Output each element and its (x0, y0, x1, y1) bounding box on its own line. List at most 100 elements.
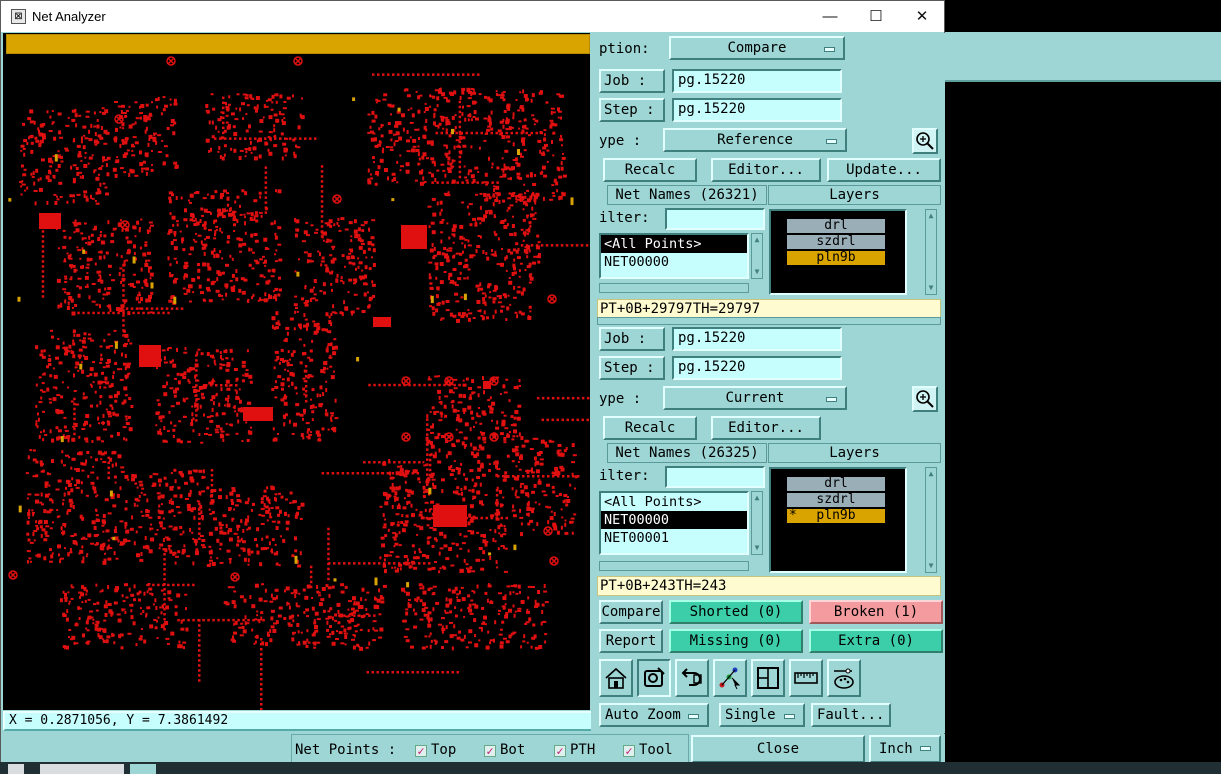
pcb-board-view[interactable] (3, 55, 590, 710)
close-window-button[interactable]: ✕ (899, 1, 945, 32)
cur-net-hscrollbar[interactable] (599, 561, 749, 571)
cur-net-scrollbar[interactable]: ▲ ▼ (751, 491, 763, 555)
measure-tool-button[interactable] (789, 659, 823, 697)
layer-item[interactable]: drl (787, 219, 885, 233)
list-item[interactable]: <All Points> (601, 235, 747, 253)
cur-job-label[interactable]: Job : (599, 327, 665, 351)
layer-item-active[interactable]: pln9b (787, 251, 885, 265)
broken-status-button[interactable]: Broken (1) (809, 600, 943, 624)
net-select-tool-button[interactable] (637, 659, 671, 697)
report-button[interactable]: Report (599, 629, 663, 653)
list-item[interactable]: NET00001 (601, 529, 747, 547)
check-icon: ✓ (623, 745, 635, 757)
bot-checkbox[interactable]: ✓ Bot (484, 742, 525, 758)
taskbar-app-button[interactable] (8, 764, 24, 774)
ref-step-label[interactable]: Step : (599, 98, 665, 122)
scroll-up-icon[interactable]: ▲ (753, 493, 761, 503)
zoom-icon[interactable] (912, 128, 938, 154)
background-area (945, 84, 1221, 774)
ref-layer-list[interactable]: drl szdrl pln9b (769, 209, 907, 295)
units-dropdown[interactable]: Inch (869, 735, 941, 763)
missing-status-button[interactable]: Missing (0) (669, 629, 803, 653)
ref-editor-button[interactable]: Editor... (711, 158, 821, 182)
ref-net-hscrollbar[interactable] (599, 283, 749, 293)
ref-info-scrollbar[interactable] (597, 317, 941, 325)
ref-job-label[interactable]: Job : (599, 69, 665, 93)
ref-layer-scrollbar[interactable]: ▲ ▼ (925, 209, 937, 295)
ref-net-scrollbar[interactable]: ▲ ▼ (751, 233, 763, 279)
scroll-down-icon[interactable]: ▼ (927, 561, 935, 571)
taskbar-app-button[interactable] (40, 764, 124, 774)
scroll-up-icon[interactable]: ▲ (927, 469, 935, 479)
cur-step-field[interactable]: pg.15220 (672, 356, 842, 380)
pth-checkbox[interactable]: ✓ PTH (554, 742, 595, 758)
cur-type-dropdown[interactable]: Current (663, 386, 847, 410)
compare-button[interactable]: Compare (599, 600, 663, 624)
layer-item[interactable]: szdrl (787, 493, 885, 507)
list-item[interactable]: NET00000 (601, 253, 747, 271)
tool-checkbox[interactable]: ✓ Tool (623, 742, 673, 758)
scroll-up-icon[interactable]: ▲ (753, 235, 761, 245)
fault-button[interactable]: Fault... (811, 703, 891, 727)
home-icon (605, 667, 627, 689)
zoom-icon[interactable] (912, 386, 938, 412)
maximize-button[interactable]: ☐ (853, 1, 899, 32)
cur-net-list[interactable]: <All Points> NET00000 NET00001 (599, 491, 749, 555)
settings-tool-button[interactable] (827, 659, 861, 697)
graphics-canvas[interactable] (3, 33, 590, 710)
close-button[interactable]: Close (691, 735, 865, 763)
window-tool-button[interactable] (751, 659, 785, 697)
ref-job-field[interactable]: pg.15220 (672, 69, 842, 93)
layer-item[interactable]: szdrl (787, 235, 885, 249)
cur-filter-input[interactable] (665, 466, 765, 488)
cur-job-field[interactable]: pg.15220 (672, 327, 842, 351)
cur-net-names-header[interactable]: Net Names (26325) (607, 443, 767, 463)
cur-editor-button[interactable]: Editor... (711, 416, 821, 440)
minimize-button[interactable]: — (807, 1, 853, 32)
single-dropdown[interactable]: Single (719, 703, 805, 727)
scroll-down-icon[interactable]: ▼ (753, 543, 761, 553)
cur-step-label[interactable]: Step : (599, 356, 665, 380)
coordinate-readout: X = 0.2871056, Y = 7.3861492 (3, 711, 601, 731)
layer-item[interactable]: drl (787, 477, 885, 491)
scroll-up-icon[interactable]: ▲ (927, 211, 935, 221)
layer-item-active[interactable]: pln9b (787, 509, 885, 523)
ref-update-button[interactable]: Update... (827, 158, 941, 182)
cur-layer-scrollbar[interactable]: ▲ ▼ (925, 467, 937, 573)
net-points-bar: Net Points : ✓ Top ✓ Bot ✓ PTH ✓ Tool (291, 734, 689, 764)
auto-zoom-dropdown[interactable]: Auto Zoom (599, 703, 709, 727)
list-item[interactable]: <All Points> (601, 493, 747, 511)
cur-layers-header: Layers (768, 443, 941, 463)
ref-type-label: ype : (599, 133, 642, 149)
palette-settings-icon (834, 668, 854, 689)
cur-recalc-button[interactable]: Recalc (603, 416, 697, 440)
ref-recalc-button[interactable]: Recalc (603, 158, 697, 182)
home-tool-button[interactable] (599, 659, 633, 697)
title-bar: ⊠ Net Analyzer — ☐ ✕ (1, 1, 944, 32)
shorted-status-button[interactable]: Shorted (0) (669, 600, 803, 624)
ref-filter-input[interactable] (665, 208, 765, 230)
extra-status-button[interactable]: Extra (0) (809, 629, 943, 653)
ref-net-names-header[interactable]: Net Names (26321) (607, 185, 767, 205)
undo-tool-button[interactable] (675, 659, 709, 697)
ref-net-list[interactable]: <All Points> NET00000 (599, 233, 749, 279)
window-title: Net Analyzer (32, 9, 106, 24)
pth-checkbox-label: PTH (570, 742, 596, 758)
ref-type-dropdown[interactable]: Reference (663, 128, 847, 152)
ref-step-field[interactable]: pg.15220 (672, 98, 842, 122)
scroll-down-icon[interactable]: ▼ (927, 283, 935, 293)
taskbar (0, 762, 1221, 774)
check-icon: ✓ (415, 745, 427, 757)
check-icon: ✓ (484, 745, 496, 757)
option-dropdown[interactable]: Compare (669, 36, 845, 60)
app-icon: ⊠ (11, 9, 26, 24)
top-checkbox[interactable]: ✓ Top (415, 742, 456, 758)
list-item[interactable]: NET00000 (601, 511, 747, 529)
window-layout-icon (757, 667, 779, 689)
ref-info-strip: PT+0B+29797TH=29797 (597, 299, 941, 319)
route-tool-button[interactable] (713, 659, 747, 697)
cur-info-strip: PT+0B+243TH=243 (597, 576, 941, 596)
scroll-down-icon[interactable]: ▼ (753, 267, 761, 277)
cur-layer-list[interactable]: drl szdrl pln9b * (769, 467, 907, 573)
taskbar-app-button[interactable] (130, 764, 156, 774)
